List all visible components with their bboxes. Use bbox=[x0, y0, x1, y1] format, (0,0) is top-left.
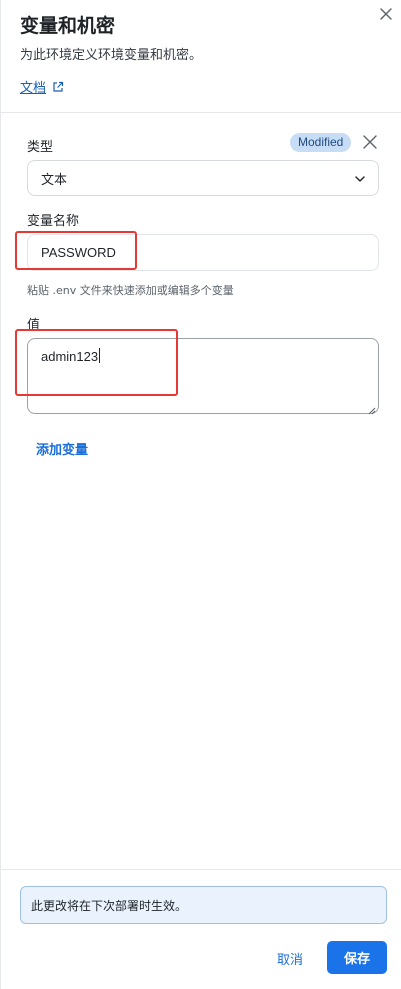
variables-secrets-panel: 变量和机密 为此环境定义环境变量和机密。 文档 类型 Modified 文本 变… bbox=[0, 0, 401, 989]
header-divider bbox=[1, 112, 401, 113]
type-label: 类型 bbox=[27, 140, 54, 155]
type-select-value: 文本 bbox=[41, 172, 68, 188]
type-select[interactable]: 文本 bbox=[27, 160, 379, 196]
value-text: admin123 bbox=[41, 349, 99, 364]
add-variable-button[interactable]: 添加变量 bbox=[36, 439, 88, 458]
cancel-button[interactable]: 取消 bbox=[266, 942, 314, 974]
close-icon[interactable] bbox=[377, 5, 395, 23]
panel-title: 变量和机密 bbox=[20, 15, 116, 37]
modified-badge: Modified bbox=[290, 133, 352, 152]
text-cursor bbox=[99, 348, 101, 363]
value-textarea[interactable]: admin123 bbox=[27, 338, 379, 415]
value-label: 值 bbox=[27, 318, 41, 333]
variable-name-label: 变量名称 bbox=[27, 214, 80, 229]
variable-name-value: PASSWORD bbox=[41, 245, 116, 260]
external-link-icon bbox=[52, 81, 64, 93]
docs-link[interactable]: 文档 bbox=[20, 77, 64, 96]
save-button[interactable]: 保存 bbox=[327, 941, 387, 974]
variable-name-input[interactable]: PASSWORD bbox=[27, 234, 379, 271]
paste-env-hint: 粘贴 .env 文件来快速添加或编辑多个变量 bbox=[27, 284, 234, 297]
resize-handle-icon[interactable] bbox=[368, 403, 376, 415]
footer-divider bbox=[1, 869, 401, 870]
panel-subtitle: 为此环境定义环境变量和机密。 bbox=[20, 48, 203, 63]
remove-variable-icon[interactable] bbox=[362, 134, 378, 150]
docs-link-label: 文档 bbox=[20, 81, 47, 96]
deploy-notice: 此更改将在下次部署时生效。 bbox=[20, 886, 387, 924]
deploy-notice-text: 此更改将在下次部署时生效。 bbox=[31, 898, 188, 913]
chevron-down-icon bbox=[354, 173, 366, 185]
